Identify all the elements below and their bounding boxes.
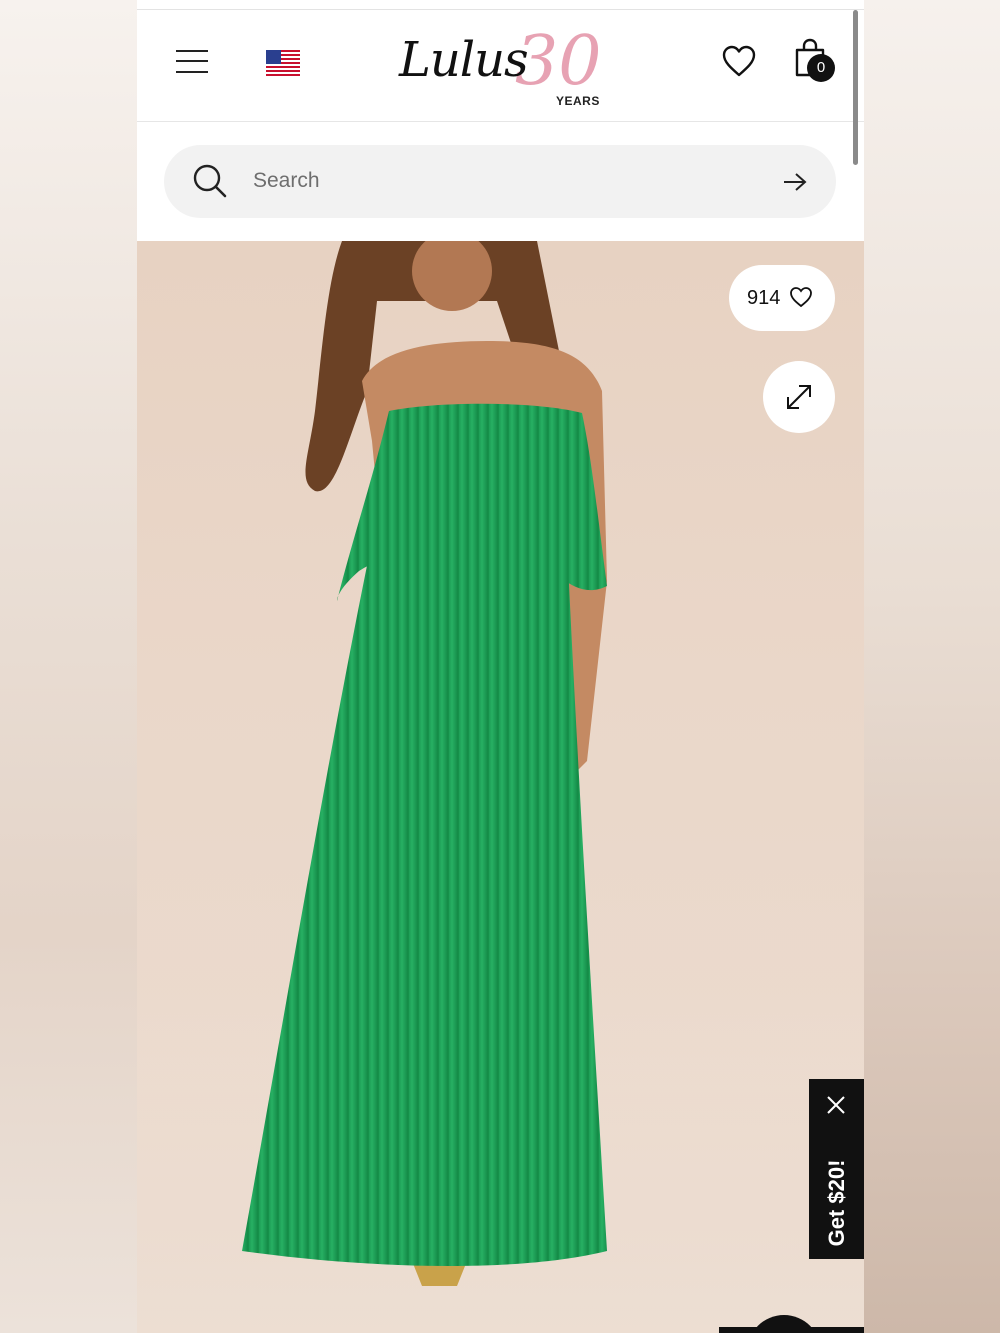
arrow-right-icon[interactable] (782, 171, 808, 193)
likes-count: 914 (747, 287, 781, 309)
cart-count-badge[interactable]: 0 (807, 54, 835, 82)
lulus-30-years-logo[interactable]: 30 Lulus YEARS (395, 22, 605, 112)
close-icon[interactable] (826, 1095, 846, 1115)
model-wearing-green-dress (242, 241, 607, 1286)
hamburger-menu-icon[interactable] (176, 48, 208, 74)
page-scrollbar[interactable] (853, 10, 858, 165)
expand-arrows-icon (787, 385, 811, 409)
site-header: 30 Lulus YEARS 0 (137, 10, 864, 122)
likes-button[interactable]: 914 (729, 265, 835, 331)
heart-outline-icon[interactable] (721, 44, 757, 78)
promo-label[interactable]: Get $20! (824, 1160, 850, 1247)
heart-outline-icon (790, 287, 812, 308)
logo-years-label: YEARS (556, 94, 600, 108)
us-flag-icon[interactable] (266, 50, 300, 76)
logo-wordmark: Lulus (399, 32, 529, 88)
promo-tab[interactable]: Get $20! (809, 1079, 864, 1259)
search-bar[interactable]: Search (164, 145, 836, 218)
search-icon[interactable] (192, 163, 228, 199)
mobile-page: 30 Lulus YEARS 0 Search 914 Get $20! (137, 0, 864, 1333)
background-blur-left (0, 0, 137, 1333)
product-image[interactable]: 914 Get $20! (137, 241, 864, 1333)
search-input[interactable]: Search (253, 169, 320, 193)
expand-image-button[interactable] (763, 361, 835, 433)
bottom-bar (719, 1327, 864, 1333)
background-blur-right (864, 0, 1000, 1333)
